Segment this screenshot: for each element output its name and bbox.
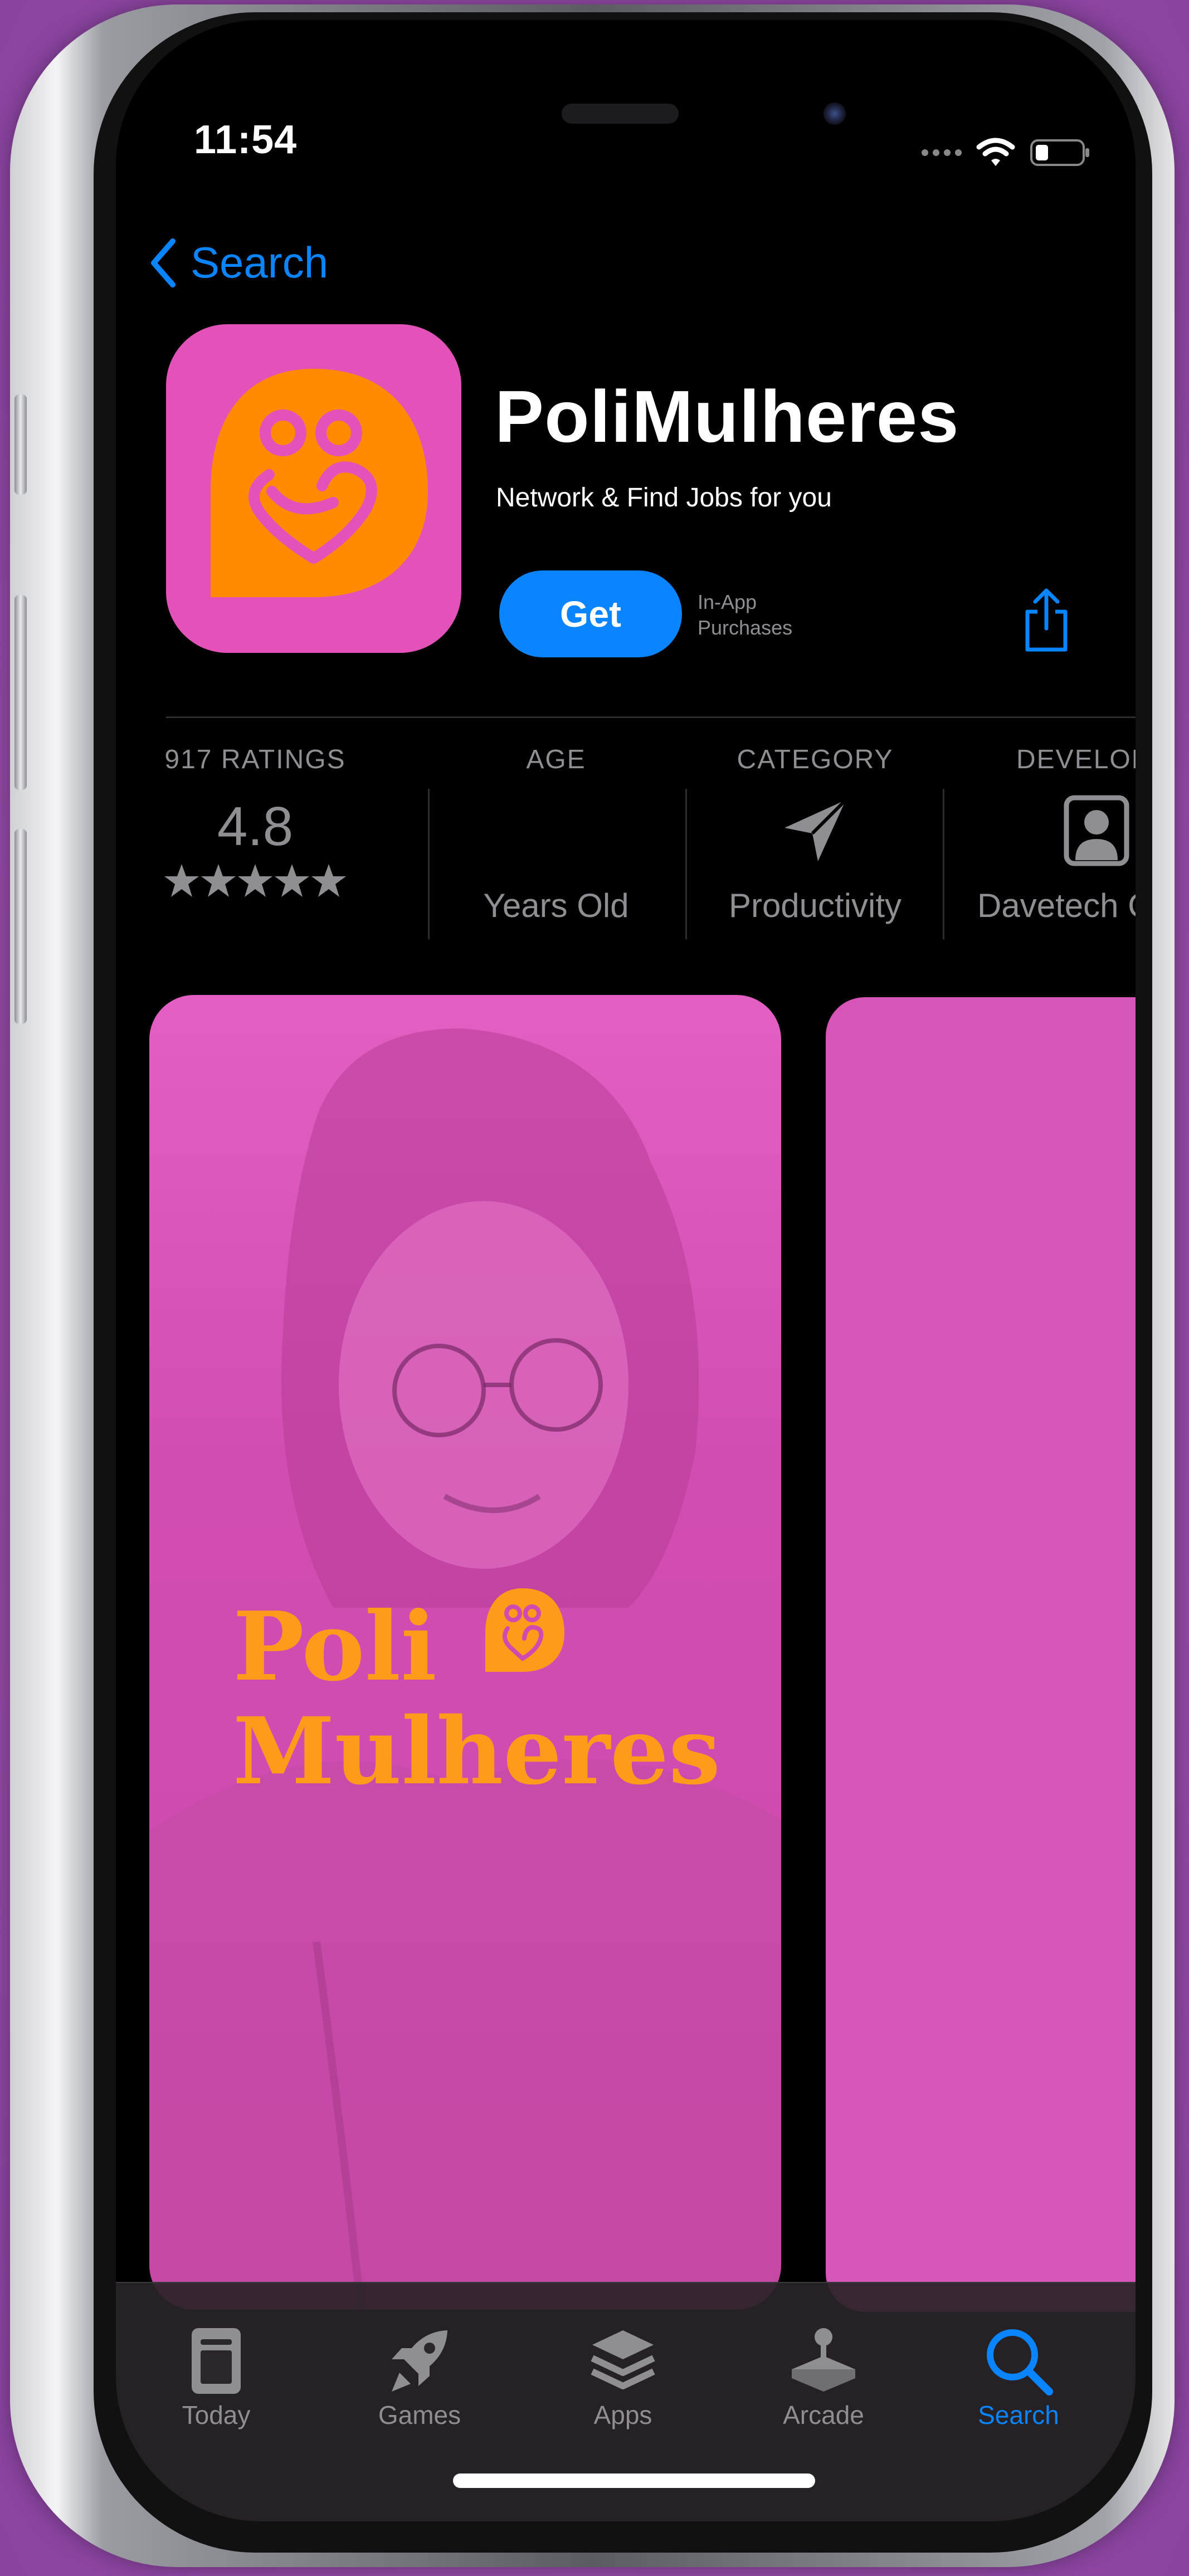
paper-plane-icon xyxy=(784,798,847,861)
tab-today[interactable]: Today xyxy=(133,2322,300,2430)
age-info[interactable]: AGE Years Old xyxy=(450,744,662,967)
tab-label: Arcade xyxy=(783,2401,864,2429)
rocket-icon xyxy=(392,2330,447,2392)
category-sub: Productivity xyxy=(728,887,902,924)
get-button[interactable]: Get xyxy=(499,570,682,657)
share-button[interactable] xyxy=(1019,587,1074,657)
in-app-line2: Purchases xyxy=(698,616,793,639)
info-separator xyxy=(685,789,687,939)
notch xyxy=(361,20,902,164)
tab-label: Today xyxy=(182,2401,251,2429)
search-icon xyxy=(987,2329,1053,2396)
tab-label: Apps xyxy=(593,2401,652,2429)
status-icons xyxy=(922,137,1091,168)
info-separator xyxy=(428,789,430,939)
front-camera xyxy=(823,103,846,125)
tab-games[interactable]: Games xyxy=(336,2322,503,2430)
earpiece-speaker xyxy=(562,104,679,124)
today-icon xyxy=(192,2328,241,2394)
status-time: 11:54 xyxy=(194,118,298,162)
rating-value: 4.8 xyxy=(217,796,294,857)
layers-icon xyxy=(591,2330,655,2389)
tab-search[interactable]: Search xyxy=(935,2322,1102,2430)
info-separator xyxy=(943,789,944,939)
in-app-line1: In-App xyxy=(698,591,757,613)
volume-down-button xyxy=(14,829,27,1024)
divider xyxy=(166,716,1136,718)
person-icon xyxy=(1064,795,1129,866)
battery-icon xyxy=(1030,139,1089,166)
age-label: AGE xyxy=(526,745,586,774)
rating-stars-icon xyxy=(164,864,346,897)
phone-frame: 11:54 Search PoliMulheres Network & Find… xyxy=(10,4,1175,2567)
screenshot-logo-line2: Mulheres xyxy=(233,1697,721,1805)
wifi-icon xyxy=(976,138,1015,166)
back-button[interactable]: Search xyxy=(149,237,328,288)
mute-switch xyxy=(14,394,27,495)
screenshot-logo-line1: Poli xyxy=(233,1591,437,1702)
in-app-purchases-note: In-App Purchases xyxy=(698,589,792,641)
age-sub: Years Old xyxy=(483,887,629,924)
app-screenshot-2[interactable] xyxy=(826,997,1136,2312)
tab-arcade[interactable]: Arcade xyxy=(740,2322,907,2430)
home-indicator[interactable] xyxy=(453,2473,815,2488)
joystick-icon xyxy=(792,2328,855,2392)
category-label: CATEGORY xyxy=(737,745,894,774)
share-icon xyxy=(1025,588,1068,652)
developer-label: DEVELOP xyxy=(1016,745,1136,774)
developer-sub: Davetech C xyxy=(977,887,1136,924)
back-label: Search xyxy=(191,238,329,287)
ratings-info[interactable]: 917 RATINGS 4.8 xyxy=(149,744,361,967)
developer-info[interactable]: DEVELOP Davetech C xyxy=(963,744,1136,967)
category-info[interactable]: CATEGORY Productivity xyxy=(709,744,921,967)
tab-label: Games xyxy=(378,2401,461,2429)
app-subtitle: Network & Find Jobs for you xyxy=(496,483,832,513)
tab-apps[interactable]: Apps xyxy=(539,2322,706,2430)
signal-icon xyxy=(922,149,962,156)
app-icon xyxy=(166,324,461,653)
volume-up-button xyxy=(14,595,27,790)
chevron-left-icon xyxy=(151,238,176,287)
tab-label: Search xyxy=(978,2401,1059,2429)
app-screenshot-1[interactable]: Poli Mulheres xyxy=(149,995,781,2310)
screen: 11:54 Search PoliMulheres Network & Find… xyxy=(116,20,1136,2521)
ratings-label: 917 RATINGS xyxy=(164,745,346,774)
brand-heart-icon xyxy=(485,1588,564,1672)
app-title: PoliMulheres xyxy=(495,375,959,457)
